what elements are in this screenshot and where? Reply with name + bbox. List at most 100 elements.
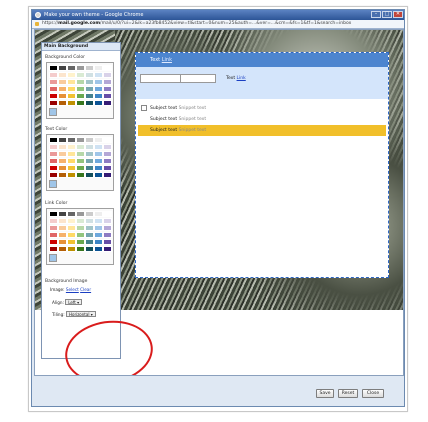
color-swatch[interactable]: [58, 158, 67, 164]
color-swatch[interactable]: [103, 79, 112, 85]
clear-image-link[interactable]: Clear: [80, 287, 91, 292]
color-swatch[interactable]: [85, 100, 94, 106]
color-swatch[interactable]: [49, 172, 58, 178]
color-swatch[interactable]: [76, 79, 85, 85]
color-swatch[interactable]: [103, 100, 112, 106]
color-swatch[interactable]: [67, 137, 76, 143]
color-swatch[interactable]: [103, 93, 112, 99]
color-swatch[interactable]: [76, 86, 85, 92]
color-swatch[interactable]: [58, 239, 67, 245]
link-color-palette[interactable]: [46, 208, 114, 265]
color-swatch[interactable]: [67, 158, 76, 164]
address-bar[interactable]: https://mail.google.com/mail/u/0/?ui=2&i…: [32, 20, 404, 29]
color-swatch[interactable]: [76, 218, 85, 224]
color-swatch[interactable]: [76, 144, 85, 150]
color-swatch[interactable]: [49, 144, 58, 150]
color-swatch[interactable]: [49, 79, 58, 85]
align-select[interactable]: Left ▾: [65, 299, 83, 305]
color-swatch[interactable]: [103, 246, 112, 252]
color-swatch[interactable]: [85, 93, 94, 99]
color-swatch[interactable]: [49, 72, 58, 78]
color-swatch[interactable]: [49, 93, 58, 99]
background-color-palette[interactable]: [46, 62, 114, 119]
color-swatch[interactable]: [76, 246, 85, 252]
color-swatch[interactable]: [85, 79, 94, 85]
color-swatch[interactable]: [76, 151, 85, 157]
color-swatch[interactable]: [76, 172, 85, 178]
color-swatch[interactable]: [103, 239, 112, 245]
color-swatch[interactable]: [67, 144, 76, 150]
color-swatch[interactable]: [58, 232, 67, 238]
color-swatch[interactable]: [49, 218, 58, 224]
color-swatch[interactable]: [85, 158, 94, 164]
color-swatch[interactable]: [58, 151, 67, 157]
color-swatch[interactable]: [67, 72, 76, 78]
color-swatch[interactable]: [103, 232, 112, 238]
selected-color-swatch[interactable]: [49, 254, 57, 262]
color-swatch[interactable]: [67, 239, 76, 245]
color-swatch[interactable]: [94, 137, 103, 143]
select-image-link[interactable]: Select: [66, 287, 79, 292]
color-swatch[interactable]: [94, 144, 103, 150]
color-swatch[interactable]: [58, 65, 67, 71]
color-swatch[interactable]: [76, 165, 85, 171]
color-swatch[interactable]: [58, 86, 67, 92]
maximize-button[interactable]: □: [382, 11, 392, 18]
color-swatch[interactable]: [49, 232, 58, 238]
color-swatch[interactable]: [94, 65, 103, 71]
minimize-button[interactable]: –: [371, 11, 381, 18]
color-swatch[interactable]: [58, 93, 67, 99]
color-swatch[interactable]: [58, 218, 67, 224]
color-swatch[interactable]: [94, 172, 103, 178]
color-swatch[interactable]: [67, 100, 76, 106]
color-swatch[interactable]: [67, 172, 76, 178]
color-swatch[interactable]: [103, 172, 112, 178]
color-swatch[interactable]: [67, 86, 76, 92]
color-swatch[interactable]: [67, 225, 76, 231]
text-color-palette[interactable]: [46, 134, 114, 191]
close-button[interactable]: Close: [362, 389, 384, 398]
color-swatch[interactable]: [94, 79, 103, 85]
color-swatch[interactable]: [58, 144, 67, 150]
color-swatch[interactable]: [85, 86, 94, 92]
color-swatch[interactable]: [76, 158, 85, 164]
color-swatch[interactable]: [85, 239, 94, 245]
color-swatch[interactable]: [76, 65, 85, 71]
color-swatch[interactable]: [49, 86, 58, 92]
color-swatch[interactable]: [94, 239, 103, 245]
color-swatch[interactable]: [58, 72, 67, 78]
color-swatch[interactable]: [94, 151, 103, 157]
color-swatch[interactable]: [94, 225, 103, 231]
color-swatch[interactable]: [103, 158, 112, 164]
color-swatch[interactable]: [76, 225, 85, 231]
color-swatch[interactable]: [85, 165, 94, 171]
color-swatch[interactable]: [67, 151, 76, 157]
color-swatch[interactable]: [103, 65, 112, 71]
color-swatch[interactable]: [94, 246, 103, 252]
color-swatch[interactable]: [58, 100, 67, 106]
color-swatch[interactable]: [85, 65, 94, 71]
selected-color-swatch[interactable]: [49, 180, 57, 188]
color-swatch[interactable]: [58, 246, 67, 252]
color-swatch[interactable]: [76, 72, 85, 78]
color-swatch[interactable]: [85, 137, 94, 143]
color-swatch[interactable]: [49, 211, 58, 217]
color-swatch[interactable]: [76, 137, 85, 143]
color-swatch[interactable]: [67, 232, 76, 238]
color-swatch[interactable]: [103, 86, 112, 92]
color-swatch[interactable]: [103, 211, 112, 217]
color-swatch[interactable]: [85, 172, 94, 178]
color-swatch[interactable]: [103, 151, 112, 157]
color-swatch[interactable]: [94, 165, 103, 171]
color-swatch[interactable]: [58, 225, 67, 231]
tiling-select[interactable]: Horizontal ▾: [66, 311, 96, 317]
reset-button[interactable]: Reset: [338, 389, 358, 398]
color-swatch[interactable]: [58, 165, 67, 171]
color-swatch[interactable]: [94, 218, 103, 224]
color-swatch[interactable]: [67, 79, 76, 85]
selected-color-swatch[interactable]: [49, 108, 57, 116]
color-swatch[interactable]: [94, 93, 103, 99]
color-swatch[interactable]: [103, 72, 112, 78]
color-swatch[interactable]: [85, 151, 94, 157]
color-swatch[interactable]: [103, 144, 112, 150]
